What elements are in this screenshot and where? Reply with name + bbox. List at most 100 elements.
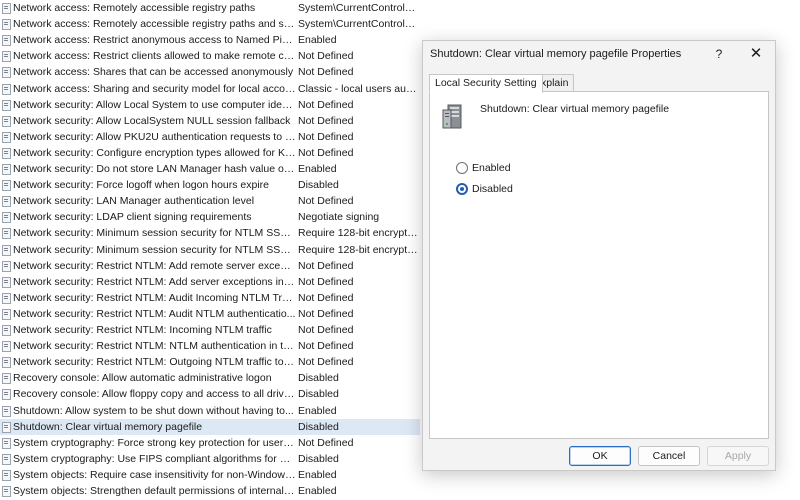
policy-icon [2,67,11,79]
policy-icon [2,325,11,336]
policy-row[interactable]: System cryptography: Use FIPS compliant … [0,451,420,467]
policy-row[interactable]: Network security: Minimum session securi… [0,242,420,258]
policy-setting: Not Defined [298,98,354,111]
policy-icon [2,147,11,159]
policy-icon [2,453,11,465]
policy-name: Network security: LAN Manager authentica… [13,195,255,208]
policy-icon [2,180,11,192]
policy-name: System objects: Strengthen default permi… [13,485,296,497]
server-icon [442,104,462,129]
policy-row[interactable]: Network access: Sharing and security mod… [0,81,420,97]
policy-icon [2,341,11,353]
policy-icon [2,99,11,111]
policy-setting: Not Defined [298,324,354,336]
policy-row[interactable]: Network access: Restrict clients allowed… [0,48,420,64]
disabled-radio[interactable]: Disabled [456,183,513,195]
policy-setting: Disabled [298,420,339,433]
policy-row[interactable]: Network security: Restrict NTLM: Incomin… [0,322,420,338]
apply-button[interactable]: Apply [707,446,769,466]
enabled-radio[interactable]: Enabled [456,162,511,174]
policy-row[interactable]: System cryptography: Force strong key pr… [0,435,420,451]
policy-name: Network access: Shares that can be acces… [13,66,294,79]
policy-row[interactable]: Network security: Restrict NTLM: Audit I… [0,290,420,306]
policy-row[interactable]: Network security: Allow LocalSystem NULL… [0,113,420,129]
policy-name: Network security: Restrict NTLM: Incomin… [13,324,272,336]
policy-row[interactable]: System objects: Require case insensitivi… [0,467,420,483]
policy-row[interactable]: Network security: Do not store LAN Manag… [0,161,420,177]
policy-icon [2,373,11,385]
policy-name: System cryptography: Force strong key pr… [13,436,296,449]
policy-row[interactable]: Recovery console: Allow floppy copy and … [0,386,420,402]
close-icon[interactable]: ✕ [747,45,765,63]
policy-icon [2,164,11,175]
policy-row[interactable]: Network security: Restrict NTLM: Audit N… [0,306,420,322]
tab-local-security-setting[interactable]: Local Security Setting [429,74,543,93]
policy-name: Network security: Allow Local System to … [13,98,296,111]
policy-icon [2,421,11,433]
policy-setting: System\CurrentControlS... [298,2,418,14]
policy-icon [2,19,11,31]
properties-dialog: Shutdown: Clear virtual memory pagefile … [422,40,776,471]
policy-name: System cryptography: Use FIPS compliant … [13,452,296,465]
policy-setting: Not Defined [298,436,354,449]
policy-row-selected[interactable]: Shutdown: Clear virtual memory pagefile D… [0,418,420,435]
policy-row[interactable]: Network security: LDAP client signing re… [0,209,420,225]
policy-row[interactable]: Network security: Restrict NTLM: Outgoin… [0,354,420,370]
policy-icon [2,83,11,95]
policy-row[interactable]: Network access: Restrict anonymous acces… [0,32,420,48]
policy-row[interactable]: Network security: Force logoff when logo… [0,177,420,193]
policy-icon [2,244,11,256]
policy-row[interactable]: Network security: LAN Manager authentica… [0,193,420,209]
policy-name: Network security: Configure encryption t… [13,146,296,159]
policy-setting: Not Defined [298,340,354,353]
policy-setting: Disabled [298,372,339,385]
policy-icon [2,212,11,224]
policy-row[interactable]: Network security: Restrict NTLM: Add rem… [0,258,420,274]
policy-name: Network security: Restrict NTLM: Audit N… [13,307,296,320]
policy-name: Network access: Remotely accessible regi… [13,2,256,14]
policy-setting: Not Defined [298,66,354,79]
policy-row[interactable]: Network access: Remotely accessible regi… [0,0,420,16]
policy-name: Network security: Restrict NTLM: NTLM au… [13,340,296,353]
policy-name: Network access: Remotely accessible regi… [13,18,296,31]
policy-setting: System\CurrentControlS... [298,18,418,31]
policy-setting: Disabled [298,452,339,465]
policy-setting: Not Defined [298,307,354,320]
policy-icon [2,3,11,14]
policy-icon [2,35,11,47]
policy-name: Network security: Restrict NTLM: Add rem… [13,259,296,272]
policy-setting: Enabled [298,485,337,497]
ok-button[interactable]: OK [569,446,631,466]
policy-row[interactable]: Network security: Restrict NTLM: Add ser… [0,274,420,290]
policy-setting: Not Defined [298,50,354,63]
policy-setting: Enabled [298,34,337,47]
policy-icon [2,389,11,401]
enabled-radio-button[interactable] [456,162,468,174]
policy-row[interactable]: Network security: Minimum session securi… [0,225,420,241]
disabled-radio-button[interactable] [456,183,468,195]
policy-row[interactable]: System objects: Strengthen default permi… [0,483,420,499]
policy-setting: Negotiate signing [298,211,380,224]
policy-row[interactable]: Shutdown: Allow system to be shut down w… [0,403,420,419]
policy-setting: Classic - local users auth... [298,82,418,95]
policy-setting: Enabled [298,468,337,481]
cancel-button[interactable]: Cancel [638,446,700,466]
policy-name: Network security: Restrict NTLM: Add ser… [13,275,296,288]
policy-name: Network security: Allow PKU2U authentica… [13,130,296,143]
policy-setting: Not Defined [298,130,354,143]
help-icon[interactable]: ? [711,45,727,63]
policy-name: Network security: Restrict NTLM: Outgoin… [13,356,296,369]
policy-name: Network access: Sharing and security mod… [13,82,296,95]
policy-row[interactable]: Recovery console: Allow automatic admini… [0,370,420,386]
policy-row[interactable]: Network access: Remotely accessible regi… [0,16,420,32]
policy-icon [2,292,11,304]
policy-row[interactable]: Network security: Allow Local System to … [0,97,420,113]
policy-name: Network security: Allow LocalSystem NULL… [13,114,291,127]
policy-icon [2,51,11,63]
policy-row[interactable]: Network security: Restrict NTLM: NTLM au… [0,338,420,354]
policy-row[interactable]: Network access: Shares that can be acces… [0,64,420,80]
policy-icon [2,276,11,288]
policy-row[interactable]: Network security: Allow PKU2U authentica… [0,129,420,145]
policy-name: Network access: Restrict anonymous acces… [13,34,296,47]
policy-row[interactable]: Network security: Configure encryption t… [0,145,420,161]
